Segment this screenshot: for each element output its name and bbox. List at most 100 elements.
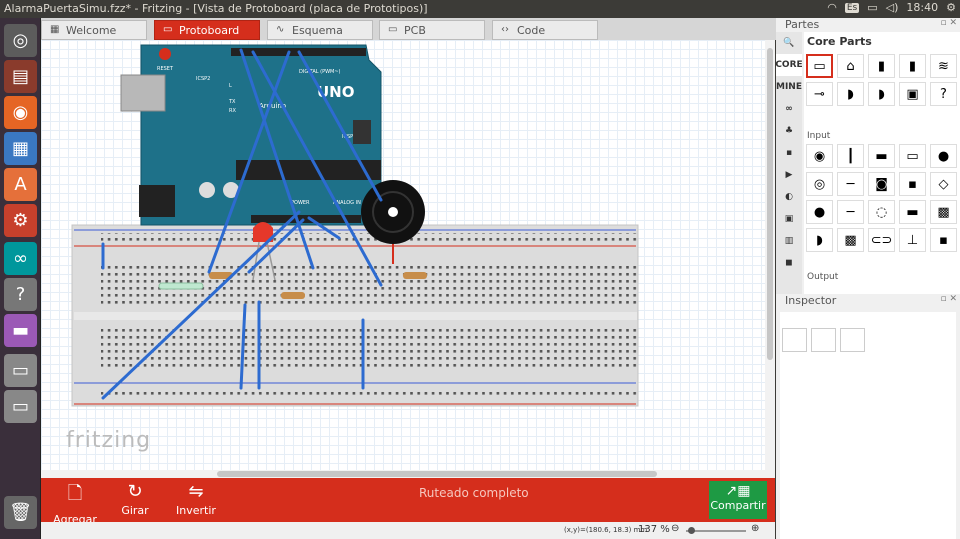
system-tray: ◠ Es ▭ ◁) 18:40 ⚙ — [827, 1, 956, 14]
reset-button[interactable] — [159, 48, 171, 60]
zoom-slider[interactable] — [686, 527, 746, 534]
breadboard[interactable] — [71, 224, 639, 407]
bin-icon[interactable]: ◐ — [776, 186, 802, 208]
part-potentiometer[interactable]: ◉ — [806, 144, 833, 168]
volume-icon[interactable]: ◁) — [886, 1, 899, 14]
tab-welcome[interactable]: ▦ Welcome — [41, 20, 147, 40]
breadboard-canvas[interactable]: RESET ICSP2 DIGITAL (PWM~) UNO Arduino T… — [41, 40, 765, 470]
part-mosfet[interactable]: ▣ — [899, 82, 926, 106]
wifi-icon[interactable]: ◠ — [827, 1, 837, 14]
bin-icon[interactable]: ▥ — [776, 230, 802, 252]
files-icon[interactable]: ▤ — [4, 60, 37, 93]
resistor[interactable] — [281, 292, 305, 299]
app-icon[interactable]: ▬ — [4, 314, 37, 347]
icsp2-label: ICSP2 — [196, 76, 210, 82]
part-transistor-npn[interactable]: ◗ — [868, 82, 895, 106]
bin-icon[interactable]: ◼ — [776, 252, 802, 274]
tab-code[interactable]: ‹› Code — [492, 20, 598, 40]
part-temp[interactable]: ◗ — [806, 228, 833, 252]
battery-icon[interactable]: ▭ — [867, 1, 877, 14]
part-tantalum[interactable]: ▮ — [868, 54, 895, 78]
rotate-button[interactable]: ↻ Girar — [115, 481, 155, 517]
part-inductor[interactable]: ≋ — [930, 54, 957, 78]
part-breakout[interactable]: ▩ — [837, 228, 864, 252]
routing-status: Ruteado completo — [419, 486, 529, 500]
schematic-icon: ∿ — [276, 24, 285, 35]
part-transistor-pnp[interactable]: ◗ — [837, 82, 864, 106]
part-mystery[interactable]: ? — [930, 82, 957, 106]
tab-protoboard[interactable]: ▭ Protoboard — [154, 20, 260, 40]
bin-seeed-icon[interactable]: ♣ — [776, 120, 802, 142]
bin-icon[interactable]: ▣ — [776, 208, 802, 230]
bin-icon[interactable]: ▪ — [776, 142, 802, 164]
keyboard-layout[interactable]: Es — [844, 2, 860, 13]
trash-icon[interactable]: 🗑 — [4, 496, 37, 529]
settings-gear-icon[interactable]: ⚙ — [946, 1, 956, 14]
bin-arduino-icon[interactable]: ∞ — [776, 98, 802, 120]
tab-label: Protoboard — [179, 24, 240, 37]
resistor[interactable] — [403, 272, 427, 279]
search-icon[interactable]: 🔍 — [776, 32, 802, 54]
zoom-slider-handle[interactable] — [688, 527, 695, 534]
l-label: L — [229, 83, 232, 89]
code-icon: ‹› — [501, 24, 509, 35]
part-tilt[interactable]: ◇ — [930, 172, 957, 196]
tab-esquema[interactable]: ∿ Esquema — [267, 20, 373, 40]
part-ic[interactable]: ▬ — [899, 200, 926, 224]
system-settings-icon[interactable]: ⚙ — [4, 204, 37, 237]
share-label: Compartir — [710, 499, 766, 512]
reed-switch[interactable] — [158, 282, 204, 290]
tab-label: Esquema — [292, 24, 343, 37]
part-piezo[interactable]: ● — [930, 144, 957, 168]
panel-float-close-icon[interactable]: ▫ ✕ — [940, 294, 957, 304]
part-electrolytic[interactable]: ▮ — [899, 54, 926, 78]
part-toggle[interactable]: ▪ — [899, 172, 926, 196]
arduino-icon[interactable]: ∞ — [4, 242, 37, 275]
inspector-view-thumbnail — [782, 328, 807, 352]
scrollbar-thumb[interactable] — [767, 48, 773, 360]
part-dip-switch[interactable]: ▭ — [899, 144, 926, 168]
bin-mine[interactable]: MINE — [776, 76, 802, 98]
part-capacitor[interactable]: ⌂ — [837, 54, 864, 78]
zoom-in-icon[interactable]: ⊕ — [751, 523, 759, 534]
part-mic[interactable]: ● — [806, 200, 833, 224]
share-button[interactable]: ↗▦ Compartir — [709, 481, 767, 519]
panel-float-close-icon[interactable]: ▫ ✕ — [940, 18, 957, 28]
firefox-icon[interactable]: ◉ — [4, 96, 37, 129]
part-switch[interactable]: ▬ — [868, 144, 895, 168]
help-icon[interactable]: ? — [4, 278, 37, 311]
part-reed[interactable]: ─ — [837, 172, 864, 196]
power-label: POWER — [291, 200, 310, 206]
part-pushbutton[interactable]: ◙ — [868, 172, 895, 196]
part-rotary[interactable]: ◎ — [806, 172, 833, 196]
software-center-icon[interactable]: A — [4, 168, 37, 201]
bin-icon[interactable]: ▶ — [776, 164, 802, 186]
view-tabs: ▦ Welcome ▭ Protoboard ∿ Esquema ▭ PCB ‹› Cod… — [41, 18, 776, 40]
drive-icon[interactable]: ▭ — [4, 354, 37, 387]
part-antenna[interactable]: ⊥ — [899, 228, 926, 252]
vertical-scrollbar[interactable] — [765, 40, 775, 470]
horizontal-scrollbar[interactable] — [41, 470, 775, 478]
ubuntu-logo-icon[interactable]: ◎ — [4, 24, 37, 57]
rx-label: RX — [229, 108, 236, 114]
clock[interactable]: 18:40 — [906, 1, 938, 14]
flip-button[interactable]: ⇋ Invertir — [175, 481, 217, 517]
arduino-uno-board[interactable]: RESET ICSP2 DIGITAL (PWM~) UNO Arduino T… — [120, 44, 382, 226]
part-rfid[interactable]: ▪ — [930, 228, 957, 252]
inspector-header: Inspector ▫ ✕ — [776, 294, 960, 308]
rotate-icon: ↻ — [127, 481, 143, 502]
circuit-drawing[interactable]: RESET ICSP2 DIGITAL (PWM~) UNO Arduino T… — [41, 40, 765, 470]
zoom-out-icon[interactable]: ⊖ — [671, 523, 679, 534]
part-reed-glass[interactable]: ⊂⊃ — [868, 228, 895, 252]
tab-pcb[interactable]: ▭ PCB — [379, 20, 485, 40]
part-wire[interactable]: ─ — [837, 200, 864, 224]
part-ldr[interactable]: ◌ — [868, 200, 895, 224]
part-resistor[interactable]: ▭ — [806, 54, 833, 78]
drive-icon[interactable]: ▭ — [4, 390, 37, 423]
part-sensor-board[interactable]: ▩ — [930, 200, 957, 224]
scrollbar-thumb[interactable] — [217, 471, 657, 477]
part-diode[interactable]: ⊸ — [806, 82, 833, 106]
bin-core[interactable]: CORE — [775, 54, 803, 76]
writer-icon[interactable]: ▦ — [4, 132, 37, 165]
part-slide-pot[interactable]: ┃ — [837, 144, 864, 168]
